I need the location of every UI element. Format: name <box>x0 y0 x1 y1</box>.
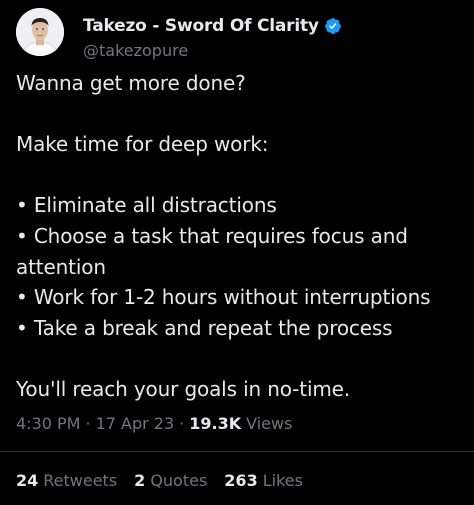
avatar-image <box>16 8 64 56</box>
quotes-label: Quotes <box>150 471 208 490</box>
tweet-line: • Work for 1-2 hours without interruptio… <box>16 285 431 310</box>
avatar[interactable] <box>16 8 64 56</box>
tweet-time[interactable]: 4:30 PM <box>16 414 80 433</box>
tweet-line: You'll reach your goals in no-time. <box>16 376 351 401</box>
tweet-meta: 4:30 PM · 17 Apr 23 · 19.3K Views <box>16 414 292 433</box>
likes-count: 263 <box>224 471 258 490</box>
display-name[interactable]: Takezo - Sword Of Clarity <box>83 16 319 36</box>
tweet-text: Wanna get more done? Make time for deep … <box>16 68 471 405</box>
retweets-label: Retweets <box>43 471 118 490</box>
tweet-date[interactable]: 17 Apr 23 <box>96 414 175 433</box>
user-handle[interactable]: @takezopure <box>83 41 188 60</box>
quotes-stat[interactable]: 2 Quotes <box>134 471 207 490</box>
retweets-stat[interactable]: 24 Retweets <box>16 471 117 490</box>
tweet-line: • Eliminate all distractions <box>16 193 277 218</box>
engagement-stats: 24 Retweets 2 Quotes 263 Likes <box>16 471 320 490</box>
divider <box>0 451 474 452</box>
tweet-line: attention <box>16 254 106 279</box>
likes-stat[interactable]: 263 Likes <box>224 471 303 490</box>
tweet-header: Takezo - Sword Of Clarity @takezopure <box>16 8 466 62</box>
views-count: 19.3K <box>189 414 242 433</box>
meta-separator: · <box>179 414 185 433</box>
tweet-line: Wanna get more done? <box>16 71 246 95</box>
tweet-line: • Take a break and repeat the process <box>16 315 393 340</box>
likes-label: Likes <box>262 471 303 490</box>
quotes-count: 2 <box>134 471 146 490</box>
retweets-count: 24 <box>16 471 39 490</box>
name-row: Takezo - Sword Of Clarity <box>83 16 342 36</box>
tweet-line: • Choose a task that requires focus and <box>16 223 408 248</box>
tweet-line: Make time for deep work: <box>16 132 269 157</box>
views-label: Views <box>246 414 293 433</box>
verified-badge-icon <box>324 17 342 35</box>
meta-separator: · <box>85 414 91 433</box>
